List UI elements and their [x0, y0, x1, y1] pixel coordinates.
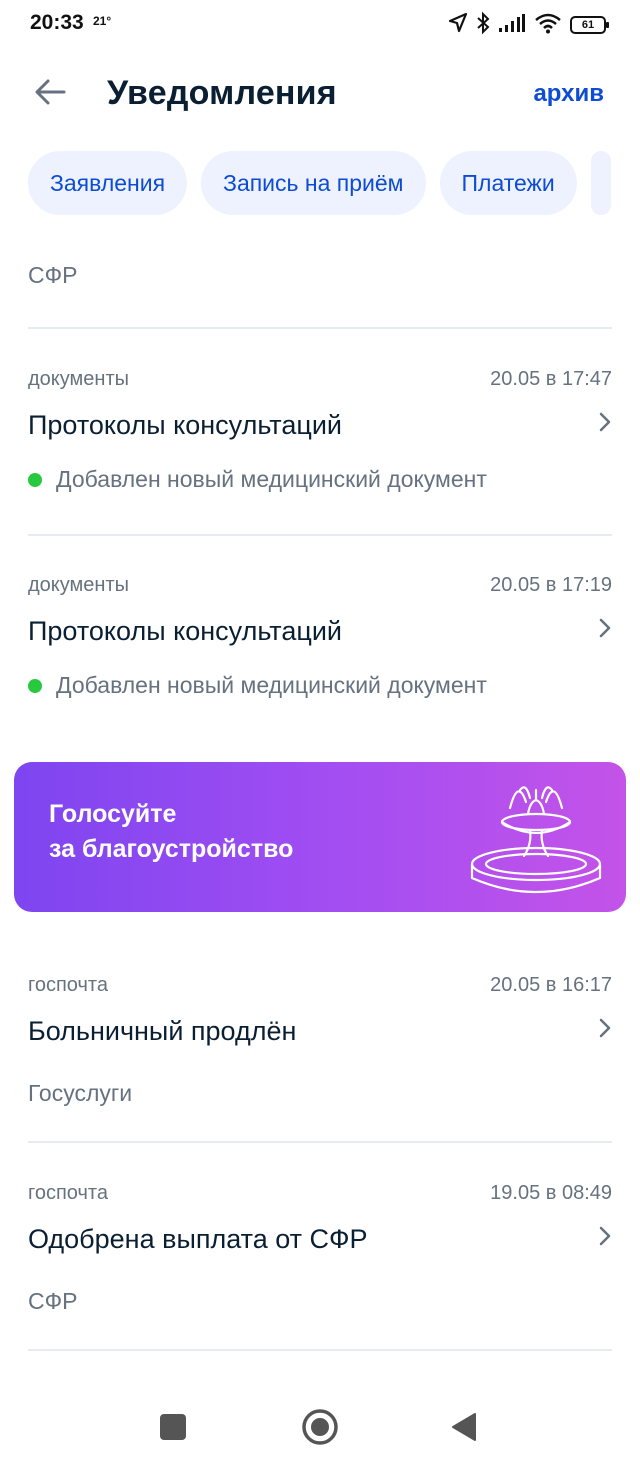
notification-title: Одобрена выплата от СФР — [28, 1224, 368, 1254]
promo-title-line1: Голосуйте — [49, 800, 177, 828]
promo-banner[interactable]: Голосуйте за благоустройство — [14, 762, 626, 912]
chevron-right-icon — [598, 412, 612, 432]
notification-date: 20.05 в 17:47 — [490, 368, 612, 390]
notification-status-text: Добавлен новый медицинский документ — [56, 466, 487, 492]
notification-title: Протоколы консультаций — [28, 616, 342, 646]
bluetooth-icon — [476, 11, 490, 40]
system-nav-bar — [0, 1385, 640, 1467]
chevron-right-icon — [598, 618, 612, 638]
circle-icon — [301, 1408, 339, 1451]
notification-status: Добавлен новый медицинский документ — [28, 672, 487, 699]
notification-status-text: Добавлен новый медицинский документ — [56, 672, 487, 698]
back-button[interactable] — [30, 76, 70, 112]
location-icon — [448, 12, 468, 39]
arrow-left-icon — [34, 78, 66, 111]
home-button[interactable] — [300, 1408, 340, 1451]
notification-date: 19.05 в 08:49 — [490, 1182, 612, 1204]
notifications-screen: 20:33 21° 61 Уведомления архив Заявления… — [0, 0, 640, 1467]
notification-category: госпочта — [28, 1182, 108, 1204]
back-nav-button[interactable] — [444, 1409, 484, 1449]
notification-item[interactable]: госпочта 20.05 в 16:17 Больничный продлё… — [28, 974, 612, 1114]
fountain-icon — [466, 772, 606, 906]
chip-appointment[interactable]: Запись на приём — [201, 151, 426, 215]
notification-sender: СФР — [28, 1288, 78, 1314]
notification-title: Протоколы консультаций — [28, 410, 342, 440]
page-title: Уведомления — [107, 74, 337, 112]
archive-link[interactable]: архив — [533, 80, 604, 108]
status-icons: 61 — [448, 11, 609, 40]
notification-sender: Госуслуги — [28, 1080, 133, 1106]
divider — [28, 327, 612, 329]
status-bar: 20:33 21° 61 — [0, 0, 640, 52]
notification-category: документы — [28, 574, 129, 596]
page-header: Уведомления архив — [0, 60, 640, 130]
notification-sender: СФР — [28, 262, 78, 288]
divider — [28, 1349, 612, 1351]
chip-next-partial[interactable] — [590, 151, 611, 215]
divider — [28, 1141, 612, 1143]
notification-item[interactable]: госпочта 19.05 в 08:49 Одобрена выплата … — [28, 1182, 612, 1322]
notification-date: 20.05 в 17:19 — [490, 574, 612, 596]
notification-item[interactable]: документы 20.05 в 17:19 Протоколы консул… — [28, 574, 612, 714]
battery-indicator: 61 — [570, 16, 609, 34]
status-dot — [28, 678, 42, 693]
chip-applications[interactable]: Заявления — [28, 151, 188, 215]
chip-payments[interactable]: Платежи — [439, 151, 577, 215]
notification-item[interactable]: документы 20.05 в 17:47 Протоколы консул… — [28, 368, 612, 508]
status-dot — [28, 472, 42, 487]
notification-category: госпочта — [28, 974, 108, 996]
triangle-back-icon — [450, 1412, 478, 1447]
promo-title-line2: за благоустройство — [49, 835, 294, 863]
status-time: 20:33 — [30, 11, 84, 34]
notification-title: Больничный продлён — [28, 1016, 297, 1046]
signal-icon — [498, 13, 526, 38]
notification-category: документы — [28, 368, 129, 390]
square-icon — [159, 1413, 187, 1446]
chevron-right-icon — [598, 1226, 612, 1246]
wifi-icon — [534, 12, 562, 39]
divider — [28, 534, 612, 536]
filter-chips: Заявления Запись на приём Платежи — [28, 151, 611, 215]
recents-button[interactable] — [153, 1409, 193, 1449]
chevron-right-icon — [598, 1018, 612, 1038]
notification-date: 20.05 в 16:17 — [490, 974, 612, 996]
status-temperature: 21° — [93, 14, 112, 28]
notification-status: Добавлен новый медицинский документ — [28, 466, 487, 493]
